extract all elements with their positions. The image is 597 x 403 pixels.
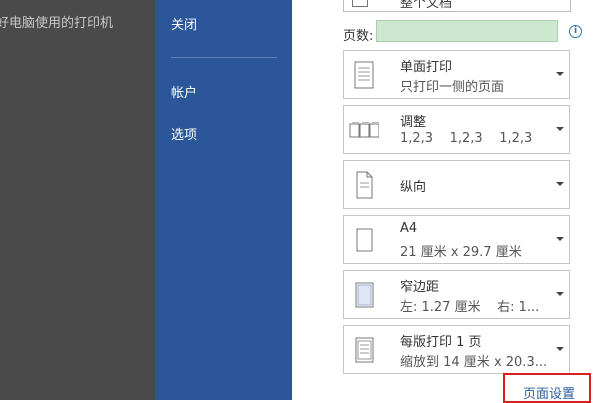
collate-dropdown[interactable]: 调整 1,2,3 1,2,3 1,2,3 — [343, 105, 570, 154]
collated-icon — [349, 122, 379, 138]
chevron-down-icon — [556, 72, 564, 76]
chevron-down-icon — [556, 292, 564, 296]
pages-per-sheet-subtitle: 缩放到 14 厘米 x 20.3... — [400, 355, 548, 370]
pages-input[interactable] — [376, 20, 558, 42]
page-setup-highlight: 页面设置 — [503, 373, 591, 403]
duplex-subtitle: 只打印一侧的页面 — [400, 80, 505, 95]
collate-subtitle: 1,2,3 1,2,3 1,2,3 — [400, 131, 533, 146]
sidebar-item-options[interactable]: 选项 — [171, 124, 197, 143]
chevron-down-icon — [556, 347, 564, 351]
single-sided-icon — [354, 61, 374, 89]
print-range-dropdown[interactable] — [343, 0, 571, 12]
sidebar-divider — [171, 57, 277, 58]
sidebar-item-close[interactable]: 关闭 — [171, 14, 197, 33]
doc-text: 好电脑使用的打印机 — [0, 16, 114, 31]
paper-size-title: A4 — [400, 221, 418, 236]
chevron-down-icon — [556, 182, 564, 186]
margins-dropdown[interactable]: 窄边距 左: 1.27 厘米 右: 1... — [343, 270, 570, 319]
chevron-down-icon — [556, 127, 564, 131]
chevron-down-icon — [556, 237, 564, 241]
duplex-title: 单面打印 — [400, 60, 453, 75]
document-icon — [352, 0, 368, 7]
portrait-icon — [356, 171, 373, 199]
margins-title: 窄边距 — [400, 280, 440, 295]
pages-label: 页数: — [343, 29, 374, 44]
duplex-dropdown[interactable]: 单面打印 只打印一侧的页面 — [343, 50, 570, 99]
backstage-sidebar: 关闭 帐户 选项 — [155, 0, 292, 400]
orientation-dropdown[interactable]: 纵向 — [343, 160, 570, 209]
orientation-title: 纵向 — [400, 180, 427, 195]
margins-subtitle: 左: 1.27 厘米 右: 1... — [400, 300, 540, 315]
paper-size-icon — [356, 228, 373, 252]
background-document: 好电脑使用的打印机 ] — [0, 0, 155, 400]
collate-title: 调整 — [400, 115, 427, 130]
pages-per-sheet-icon — [355, 337, 374, 363]
margins-icon — [355, 282, 374, 308]
page-setup-link[interactable]: 页面设置 — [523, 383, 575, 402]
print-range-label: 整个文档 — [400, 0, 453, 11]
doc-text-2: ] — [0, 44, 1, 59]
paper-size-subtitle: 21 厘米 x 29.7 厘米 — [400, 245, 522, 260]
sidebar-item-account[interactable]: 帐户 — [171, 82, 197, 101]
info-icon[interactable]: i — [569, 25, 582, 38]
pages-per-sheet-dropdown[interactable]: 每版打印 1 页 缩放到 14 厘米 x 20.3... — [343, 325, 570, 374]
paper-size-dropdown[interactable]: A4 21 厘米 x 29.7 厘米 — [343, 215, 570, 264]
pages-per-sheet-title: 每版打印 1 页 — [400, 335, 482, 350]
print-settings-panel: 整个文档 页数: i 单面打印 只打印一侧的页面 调整 1,2,3 1,2,3 … — [292, 0, 597, 403]
